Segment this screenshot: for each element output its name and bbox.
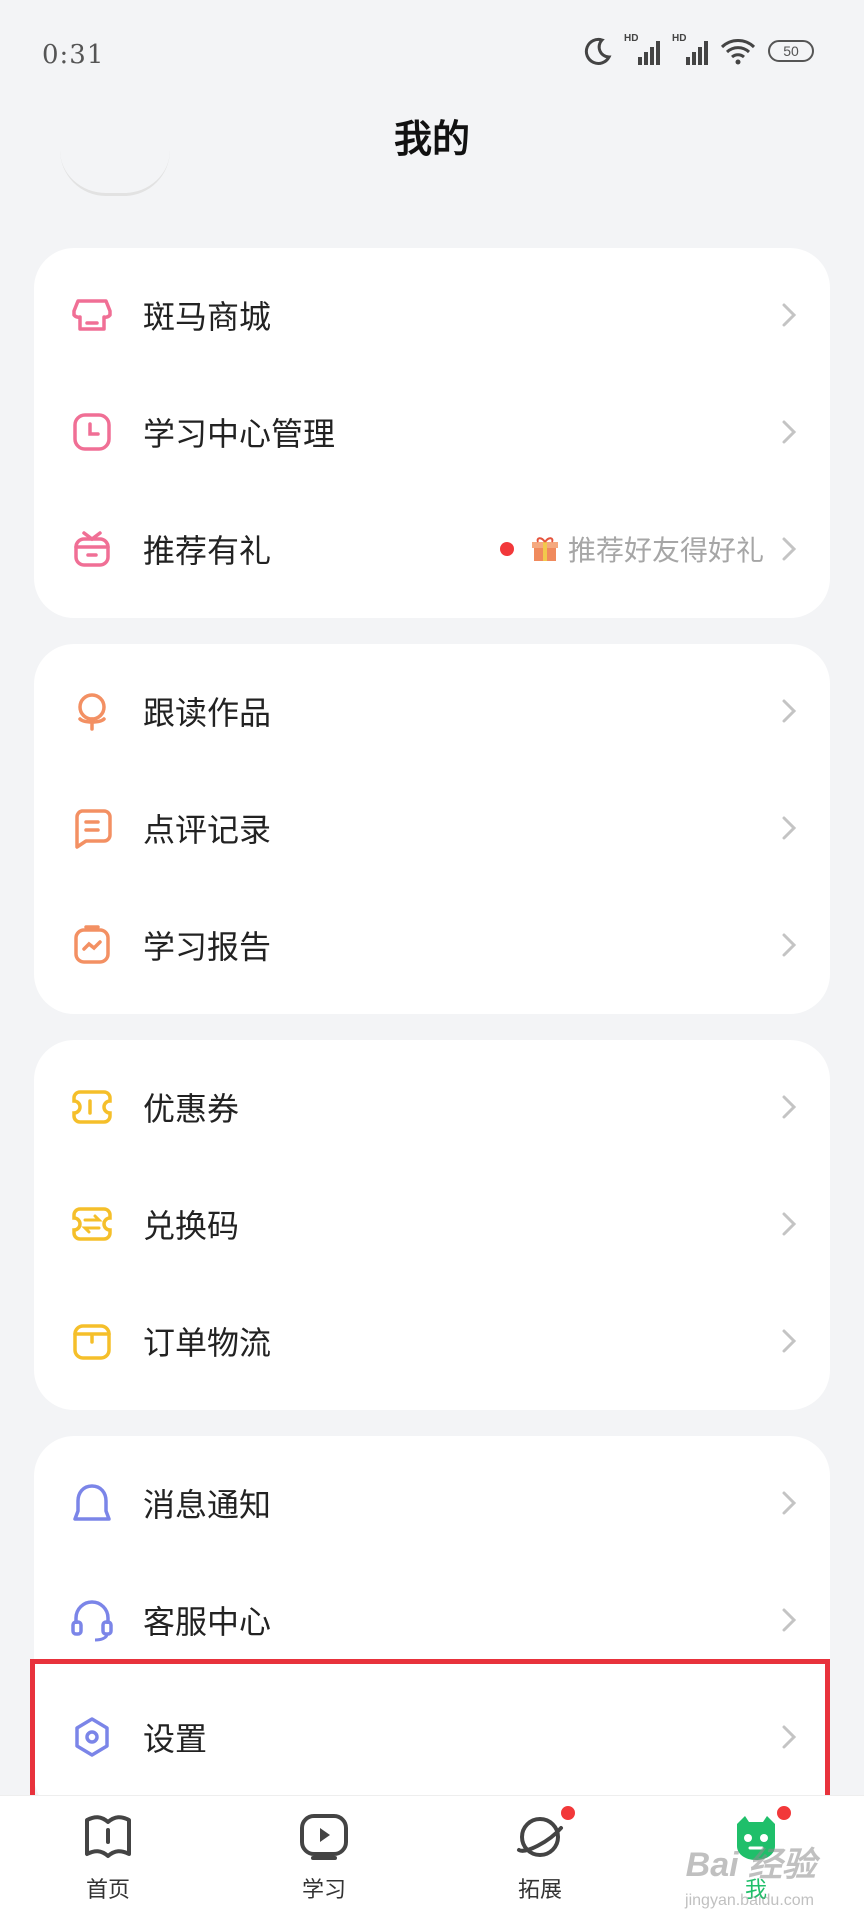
status-bar: 0:31 HD HD 50 xyxy=(0,0,864,110)
menu-item-label: 兑换码 xyxy=(143,1207,240,1244)
menu-item-label: 斑马商城 xyxy=(143,298,272,335)
bottom-tab-bar: 首页 学习 拓展 我 Bai 经验 jingyan.baidu.com xyxy=(0,1795,864,1920)
chevron-right-icon xyxy=(782,933,797,956)
headset-icon xyxy=(70,1598,114,1642)
referral-promo-text: 推荐好友得好礼 xyxy=(567,534,764,566)
tab-label: 学习 xyxy=(301,1877,346,1902)
signal-icon: HD xyxy=(672,33,708,65)
menu-item-customer-service[interactable]: 客服中心 xyxy=(34,1561,830,1678)
bell-icon xyxy=(70,1481,114,1525)
menu-item-study-report[interactable]: 学习报告 xyxy=(34,886,830,1003)
menu-item-reading-works[interactable]: 跟读作品 xyxy=(34,652,830,769)
tab-label: 拓展 xyxy=(517,1877,562,1902)
tab-explore[interactable]: 拓展 xyxy=(480,1804,600,1904)
moon-icon xyxy=(584,37,612,65)
menu-item-label: 订单物流 xyxy=(143,1324,272,1361)
planet-icon xyxy=(513,1804,577,1864)
menu-item-label: 优惠券 xyxy=(143,1090,240,1127)
menu-item-label: 学习报告 xyxy=(143,928,272,965)
exchange-icon xyxy=(70,1202,114,1246)
chevron-right-icon xyxy=(782,1491,797,1514)
chevron-right-icon xyxy=(782,1608,797,1631)
status-icons: HD HD 50 xyxy=(582,33,814,66)
menu-item-label: 设置 xyxy=(143,1720,208,1757)
store-icon xyxy=(70,293,114,337)
menu-item-referral[interactable]: 推荐有礼 推荐好友得好礼 xyxy=(34,490,830,607)
package-icon xyxy=(70,1319,114,1363)
tab-home[interactable]: 首页 xyxy=(48,1810,168,1904)
avatar[interactable] xyxy=(60,150,170,196)
menu-card-study: 跟读作品 点评记录 学习报告 xyxy=(34,644,830,1014)
gift-box-icon xyxy=(70,527,114,571)
report-icon xyxy=(70,923,114,967)
clock-icon xyxy=(70,410,114,454)
watermark: Bai 经验 xyxy=(685,1846,816,1884)
tab-label: 首页 xyxy=(85,1877,130,1902)
menu-item-coupons[interactable]: 优惠券 xyxy=(34,1048,830,1165)
chevron-right-icon xyxy=(782,699,797,722)
menu-item-review-records[interactable]: 点评记录 xyxy=(34,769,830,886)
menu-item-order-logistics[interactable]: 订单物流 xyxy=(34,1282,830,1399)
menu-item-label: 客服中心 xyxy=(143,1603,272,1640)
menu-item-redeem-code[interactable]: 兑换码 xyxy=(34,1165,830,1282)
chevron-right-icon xyxy=(782,816,797,839)
referral-promo: 推荐好友得好礼 xyxy=(499,529,764,569)
menu-item-store[interactable]: 斑马商城 xyxy=(34,256,830,373)
menu-item-label: 推荐有礼 xyxy=(143,532,272,569)
chevron-right-icon xyxy=(782,420,797,443)
chevron-right-icon xyxy=(782,1329,797,1352)
signal-icon: HD xyxy=(624,33,660,65)
chevron-right-icon xyxy=(782,1725,797,1748)
gift-emoji-icon xyxy=(531,536,558,561)
tab-study[interactable]: 学习 xyxy=(264,1810,384,1904)
menu-item-label: 点评记录 xyxy=(143,811,272,848)
notification-dot xyxy=(499,541,514,556)
battery-icon: 50 xyxy=(768,40,814,62)
chevron-right-icon xyxy=(782,303,797,326)
notification-dot xyxy=(775,1804,793,1822)
play-tv-icon xyxy=(297,1810,351,1864)
menu-card-service: 消息通知 客服中心 设置 xyxy=(34,1436,830,1816)
notification-dot xyxy=(559,1804,577,1822)
home-book-icon xyxy=(81,1810,135,1864)
chevron-right-icon xyxy=(782,1212,797,1235)
microphone-icon xyxy=(70,689,114,733)
menu-card-orders: 优惠券 兑换码 订单物流 xyxy=(34,1040,830,1410)
menu-item-label: 消息通知 xyxy=(143,1486,272,1523)
chevron-right-icon xyxy=(782,1095,797,1118)
menu-item-learning-center[interactable]: 学习中心管理 xyxy=(34,373,830,490)
hd-label: HD xyxy=(672,33,687,44)
menu-item-label: 跟读作品 xyxy=(143,694,272,731)
settings-icon xyxy=(70,1715,114,1759)
wifi-icon xyxy=(720,39,756,65)
comment-icon xyxy=(70,806,114,850)
menu-item-label: 学习中心管理 xyxy=(143,415,336,452)
menu-card-shop: 斑马商城 学习中心管理 推荐有礼 推荐好友得好礼 xyxy=(34,248,830,618)
hd-label: HD xyxy=(624,33,639,44)
chevron-right-icon xyxy=(782,537,797,560)
coupon-icon xyxy=(70,1085,114,1129)
watermark-sub: jingyan.baidu.com xyxy=(685,1892,814,1909)
menu-item-notifications[interactable]: 消息通知 xyxy=(34,1444,830,1561)
menu-item-settings[interactable]: 设置 xyxy=(34,1678,830,1795)
status-time: 0:31 xyxy=(42,40,105,70)
